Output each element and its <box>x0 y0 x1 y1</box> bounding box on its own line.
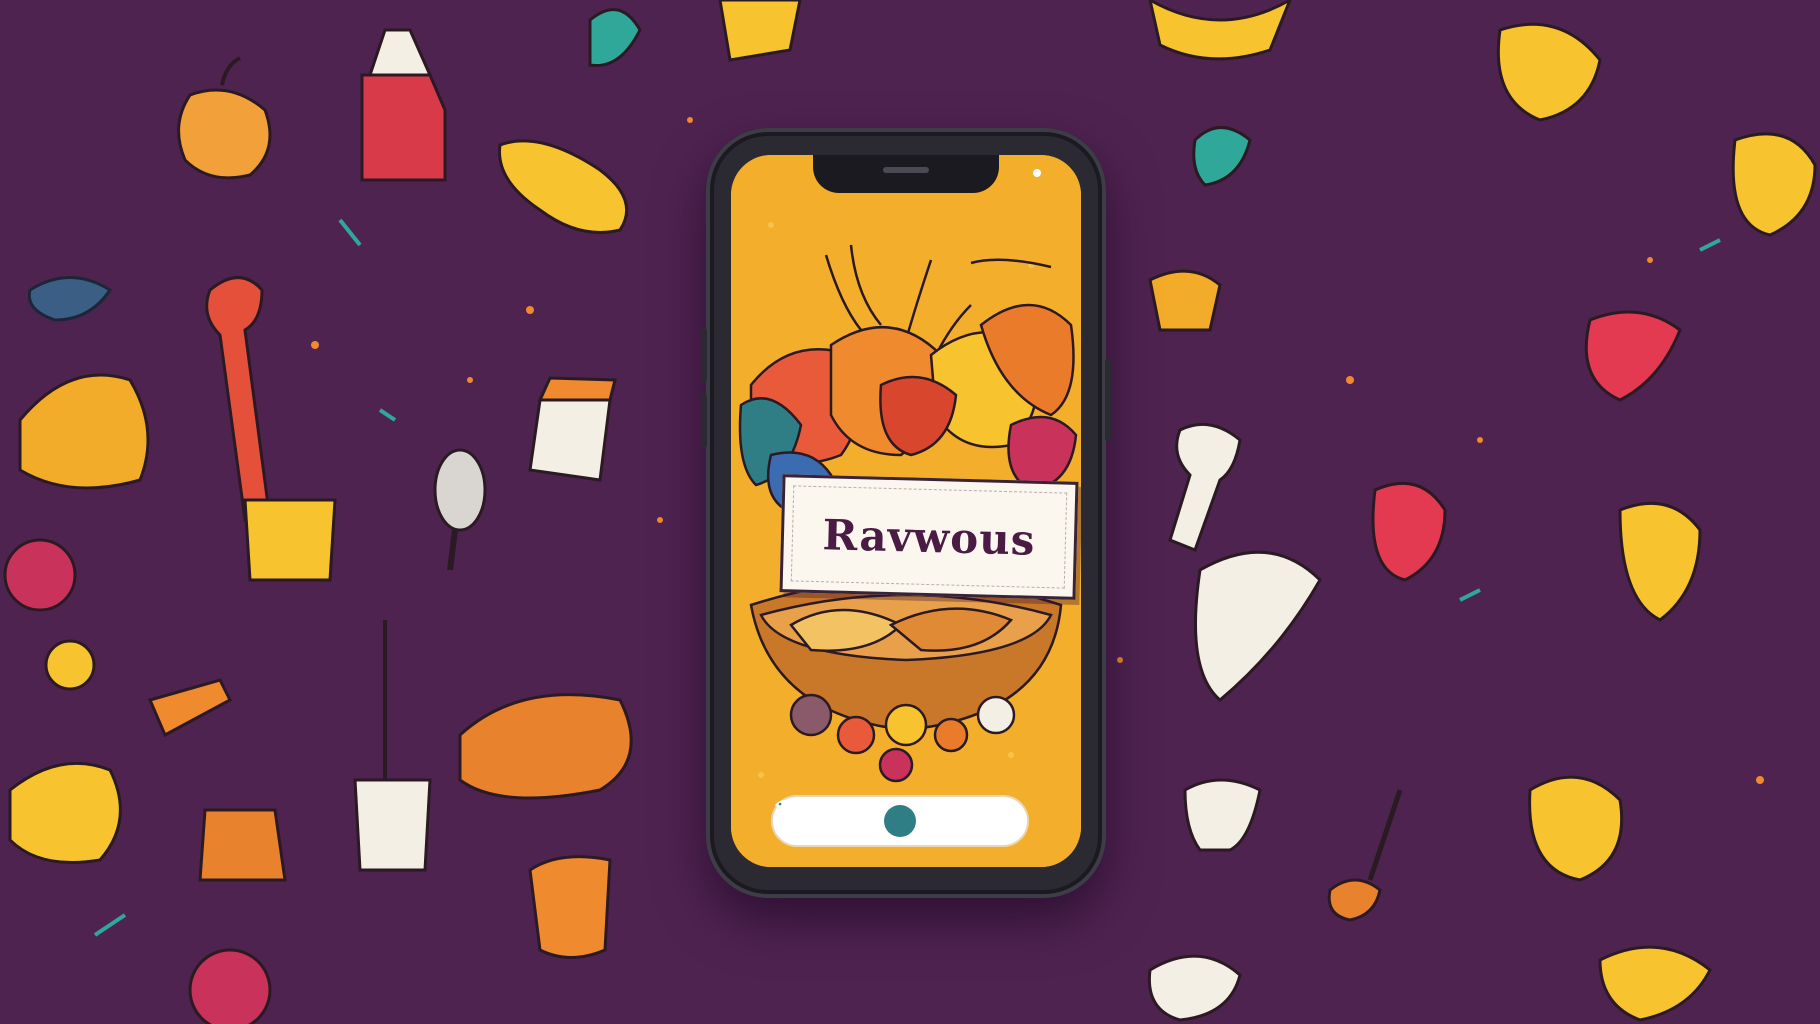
lemon-doodle <box>44 639 96 691</box>
phone-notch <box>813 155 999 193</box>
berry-doodle <box>1192 126 1252 187</box>
app-title: Ravwous <box>821 509 1037 565</box>
bread-doodle <box>458 693 633 800</box>
fish-doodle <box>27 276 113 322</box>
cupcake-doodle <box>1183 778 1262 852</box>
muffin-doodle <box>1148 269 1222 332</box>
beet-doodle <box>3 538 77 612</box>
app-title-banner: Ravwous <box>779 474 1079 600</box>
cup-doodle <box>353 620 432 872</box>
banana-doodle <box>1598 945 1712 1022</box>
power-button <box>1105 358 1111 442</box>
squash-doodle <box>1618 501 1702 622</box>
drumstick-doodle <box>205 276 337 582</box>
leaf-doodle <box>588 8 642 68</box>
camera-indicator-dot <box>1033 169 1041 177</box>
carrot-doodle <box>147 678 232 738</box>
pepper-doodle <box>177 56 272 180</box>
drumstick-right-doodle <box>1168 422 1242 552</box>
teacup-doodle <box>528 855 612 959</box>
phone-mockup: Ravwous <box>701 128 1111 898</box>
get-started-button[interactable] <box>771 795 1029 847</box>
volume-down-button <box>701 394 707 448</box>
pie-doodle <box>1148 0 1292 61</box>
ladle-doodle <box>1327 789 1403 922</box>
cheese-doodle <box>18 373 150 490</box>
fish-icon <box>775 798 916 837</box>
chili-doodle <box>1584 310 1682 402</box>
pastry-doodle <box>528 376 617 482</box>
jar-doodle <box>198 808 287 882</box>
spoon-doodle <box>433 448 487 571</box>
lemon-right-doodle <box>1496 22 1602 122</box>
radish-doodle <box>188 948 272 1024</box>
milk-carton-doodle <box>360 28 447 182</box>
app-splash-screen: Ravwous <box>731 155 1081 867</box>
speaker-grille <box>883 167 929 173</box>
mango-doodle <box>8 761 122 864</box>
onion-doodle <box>1194 550 1322 702</box>
corn-doodle <box>498 139 629 234</box>
pumpkin-doodle <box>1731 132 1817 237</box>
volume-up-button <box>701 328 707 382</box>
garlic-doodle <box>1147 954 1242 1022</box>
apple-doodle <box>1371 481 1447 582</box>
orange-doodle <box>1528 775 1624 882</box>
bowl-doodle <box>718 0 802 62</box>
